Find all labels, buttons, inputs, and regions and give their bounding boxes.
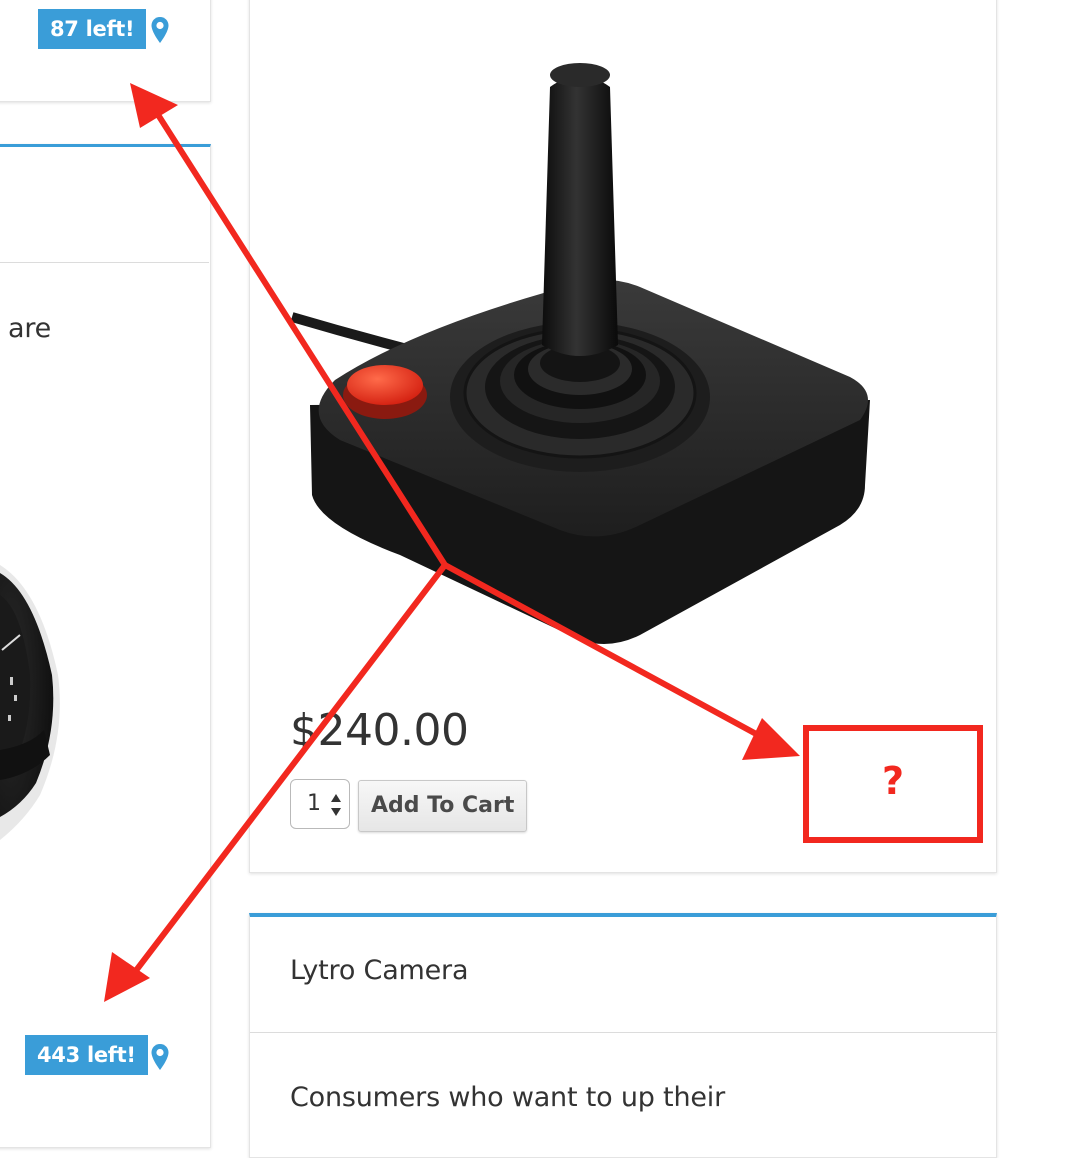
- annotation-arrows-icon: [104, 83, 800, 1002]
